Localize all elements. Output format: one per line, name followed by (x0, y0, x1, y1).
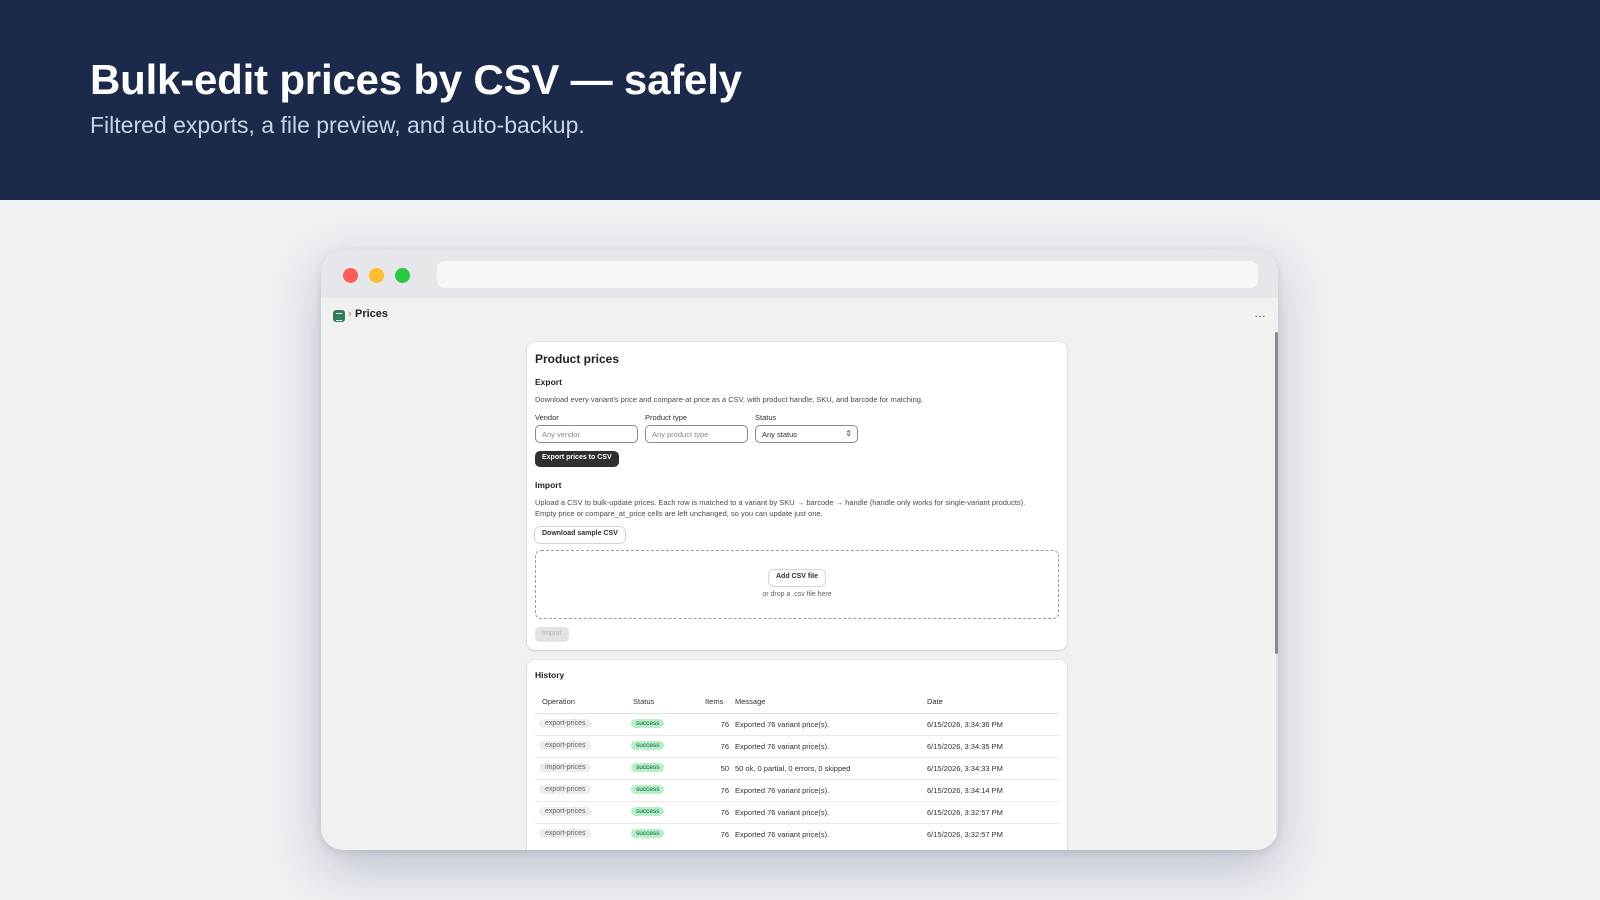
items-count: 76 (720, 720, 729, 729)
column-header-items: Items (705, 697, 724, 706)
row-date: 6/15/2026, 3:34:36 PM (927, 720, 1003, 729)
operation-badge: export-prices (539, 741, 592, 750)
column-header-operation: Operation (542, 697, 575, 706)
export-heading: Export (535, 377, 562, 387)
download-sample-button[interactable]: Download sample CSV (535, 527, 625, 543)
operation-badge: import-prices (539, 763, 592, 772)
hero-subtitle: Filtered exports, a file preview, and au… (90, 112, 585, 138)
items-count: 76 (720, 830, 729, 839)
row-date: 6/15/2026, 3:32:57 PM (927, 830, 1003, 839)
row-date: 6/15/2026, 3:34:14 PM (927, 786, 1003, 795)
column-header-message: Message (735, 697, 766, 706)
status-badge: success (631, 785, 665, 794)
column-header-date: Date (927, 697, 943, 706)
import-button[interactable]: Import (535, 627, 569, 642)
column-header-status: Status (633, 697, 655, 706)
add-csv-file-button[interactable]: Add CSV file (769, 570, 826, 586)
minimize-window-button[interactable] (369, 268, 384, 283)
status-select[interactable]: Any status ⇕ (755, 425, 858, 443)
status-select-value: Any status (762, 430, 798, 439)
row-message: 50 ok, 0 partial, 0 errors, 0 skipped (735, 764, 851, 773)
status-badge: success (631, 763, 665, 772)
product-type-label: Product type (645, 413, 688, 422)
vendor-placeholder: Any vendor (542, 430, 580, 439)
row-date: 6/15/2026, 3:32:57 PM (927, 808, 1003, 817)
operation-badge: export-prices (539, 807, 592, 816)
row-message: Exported 76 variant price(s). (735, 830, 830, 839)
export-description: Download every variant's price and compa… (535, 395, 924, 404)
browser-window: › Prices … Product prices Export Downloa… (321, 250, 1278, 850)
items-count: 50 (720, 764, 729, 773)
operation-badge: export-prices (539, 785, 592, 794)
card-title: Product prices (535, 352, 620, 366)
vendor-label: Vendor (535, 413, 559, 422)
app-header (321, 298, 1278, 332)
row-date: 6/15/2026, 3:34:35 PM (927, 742, 1003, 751)
status-badge: success (631, 807, 665, 816)
hero-banner: Bulk-edit prices by CSV — safely Filtere… (0, 0, 1600, 200)
row-message: Exported 76 variant price(s). (735, 786, 830, 795)
items-count: 76 (720, 786, 729, 795)
history-title: History (535, 670, 565, 680)
import-description-line2: Empty price or compare_at_price cells ar… (535, 509, 823, 518)
import-description-line1: Upload a CSV to bulk-update prices. Each… (535, 498, 1026, 507)
status-badge: success (631, 741, 665, 750)
row-date: 6/15/2026, 3:34:33 PM (927, 764, 1003, 773)
select-chevron-icon: ⇕ (845, 429, 852, 438)
maximize-window-button[interactable] (395, 268, 410, 283)
table-row: import-prices success 50 50 ok, 0 partia… (535, 757, 1059, 779)
status-badge: success (631, 719, 665, 728)
breadcrumb-separator: › (348, 308, 352, 320)
drop-hint: or drop a .csv file here (762, 591, 832, 598)
row-message: Exported 76 variant price(s). (735, 742, 830, 751)
operation-badge: export-prices (539, 719, 592, 728)
table-row: export-prices success 76 Exported 76 var… (535, 779, 1059, 801)
row-message: Exported 76 variant price(s). (735, 808, 830, 817)
operation-badge: export-prices (539, 829, 592, 838)
more-actions-icon[interactable]: … (1254, 306, 1267, 320)
status-label: Status (755, 413, 777, 422)
product-type-input[interactable]: Any product type (645, 425, 748, 443)
csv-dropzone[interactable]: Add CSV file or drop a .csv file here (535, 550, 1059, 619)
export-prices-button[interactable]: Export prices to CSV (535, 451, 619, 467)
app-logo-icon (333, 310, 345, 322)
items-count: 76 (720, 742, 729, 751)
items-count: 76 (720, 808, 729, 817)
close-window-button[interactable] (343, 268, 358, 283)
table-row: export-prices success 76 Exported 76 var… (535, 735, 1059, 757)
table-row: export-prices success 76 Exported 76 var… (535, 823, 1059, 845)
row-message: Exported 76 variant price(s). (735, 720, 830, 729)
window-titlebar (321, 250, 1278, 298)
table-row: export-prices success 76 Exported 76 var… (535, 801, 1059, 823)
product-type-placeholder: Any product type (652, 430, 709, 439)
page-title: Prices (355, 308, 389, 320)
scrollbar-thumb[interactable] (1275, 332, 1278, 654)
address-bar[interactable] (437, 261, 1258, 288)
product-prices-card: Product prices Export Download every var… (527, 342, 1067, 650)
vendor-input[interactable]: Any vendor (535, 425, 638, 443)
history-card: History Operation Status Items Message D… (527, 660, 1067, 850)
hero-title: Bulk-edit prices by CSV — safely (90, 56, 742, 103)
import-heading: Import (535, 480, 562, 490)
table-row: export-prices success 76 Exported 76 var… (535, 713, 1059, 735)
status-badge: success (631, 829, 665, 838)
